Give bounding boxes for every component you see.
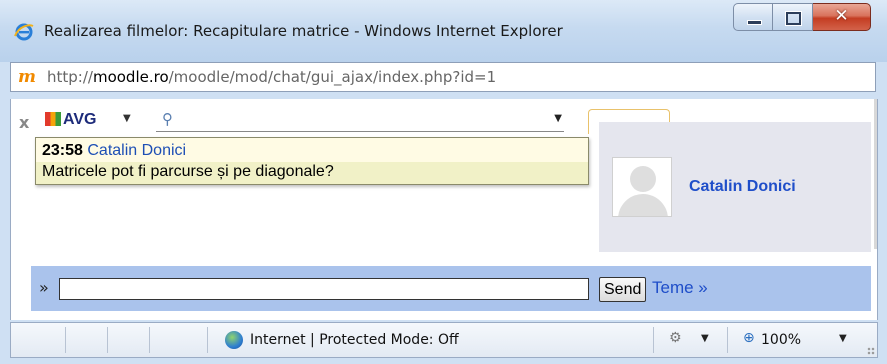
user-name-link[interactable]: Catalin Donici (689, 178, 796, 196)
message-text: Matricele pot fi parcurse și pe diagonal… (42, 163, 334, 180)
avatar-head (630, 166, 656, 192)
browser-window: Realizarea filmelor: Recapitulare matric… (0, 0, 887, 364)
address-bar[interactable]: m http://moodle.ro/moodle/mod/chat/gui_a… (10, 62, 876, 92)
avg-label: AVG (63, 111, 97, 128)
message-time: 23:58 (42, 142, 83, 159)
window-controls: ✕ (733, 3, 871, 31)
search-dropdown-icon[interactable]: ▼ (554, 113, 562, 124)
vertical-scrollbar[interactable] (874, 99, 877, 249)
status-divider (107, 327, 108, 353)
prompt-marker: » (39, 278, 49, 297)
ie-logo-icon (14, 23, 34, 41)
status-divider (65, 327, 66, 353)
status-divider (149, 327, 150, 353)
toolbar-close-button[interactable]: x (19, 113, 29, 132)
avatar-body (618, 194, 668, 216)
user-list-panel: Catalin Donici (599, 122, 871, 252)
zoom-dropdown-icon[interactable]: ▼ (839, 333, 847, 344)
resize-grip-icon[interactable] (867, 347, 875, 355)
status-divider (207, 327, 208, 353)
close-button[interactable]: ✕ (813, 3, 871, 31)
protected-mode-icon[interactable]: ⚙ (669, 330, 682, 346)
url-prefix: http:// (47, 68, 93, 86)
avg-flag-icon (45, 112, 61, 126)
title-bar[interactable]: Realizarea filmelor: Recapitulare matric… (0, 0, 887, 62)
toolbar-search-box[interactable]: ⚲ ▼ (156, 110, 564, 132)
security-zone-text[interactable]: Internet | Protected Mode: Off (250, 332, 459, 348)
message-user-link[interactable]: Catalin Donici (87, 142, 186, 159)
message-input[interactable] (59, 278, 589, 300)
avg-logo[interactable]: AVG (45, 111, 96, 129)
url-text[interactable]: http://moodle.ro/moodle/mod/chat/gui_aja… (47, 68, 496, 86)
send-bar: » Send Teme » (31, 266, 871, 311)
minimize-button[interactable] (733, 3, 773, 31)
search-icon[interactable]: ⚲ (162, 110, 173, 128)
message-body: Matricele pot fi parcurse și pe diagonal… (36, 162, 588, 184)
message-header: 23:58 Catalin Donici (42, 142, 186, 160)
page-content: x AVG ▼ ⚲ ▼ 23:58 Catalin Donici Matrice… (10, 99, 878, 320)
minimize-icon (747, 20, 762, 25)
close-icon: ✕ (834, 6, 849, 26)
status-divider (727, 327, 728, 353)
status-divider (653, 327, 654, 353)
chat-message: 23:58 Catalin Donici Matricele pot fi pa… (35, 137, 589, 185)
url-domain: moodle.ro (92, 68, 169, 86)
zoom-level[interactable]: 100% (761, 332, 801, 348)
moodle-favicon-icon: m (18, 67, 36, 87)
status-bar: Internet | Protected Mode: Off ⚙ ▼ ⊕ 100… (10, 322, 878, 358)
avatar[interactable] (612, 157, 672, 217)
maximize-button[interactable] (773, 3, 813, 31)
themes-link[interactable]: Teme » (652, 278, 708, 298)
zoom-icon[interactable]: ⊕ (743, 330, 755, 346)
window-title: Realizarea filmelor: Recapitulare matric… (44, 22, 563, 40)
avg-dropdown-icon[interactable]: ▼ (123, 113, 131, 124)
url-path: /moodle/mod/chat/gui_ajax/index.php?id=1 (168, 68, 497, 86)
protected-mode-dropdown-icon[interactable]: ▼ (701, 333, 709, 344)
send-button[interactable]: Send (599, 277, 647, 302)
avg-toolbar: x AVG ▼ ⚲ ▼ (11, 99, 670, 137)
maximize-icon (786, 12, 801, 25)
globe-icon (225, 331, 243, 349)
